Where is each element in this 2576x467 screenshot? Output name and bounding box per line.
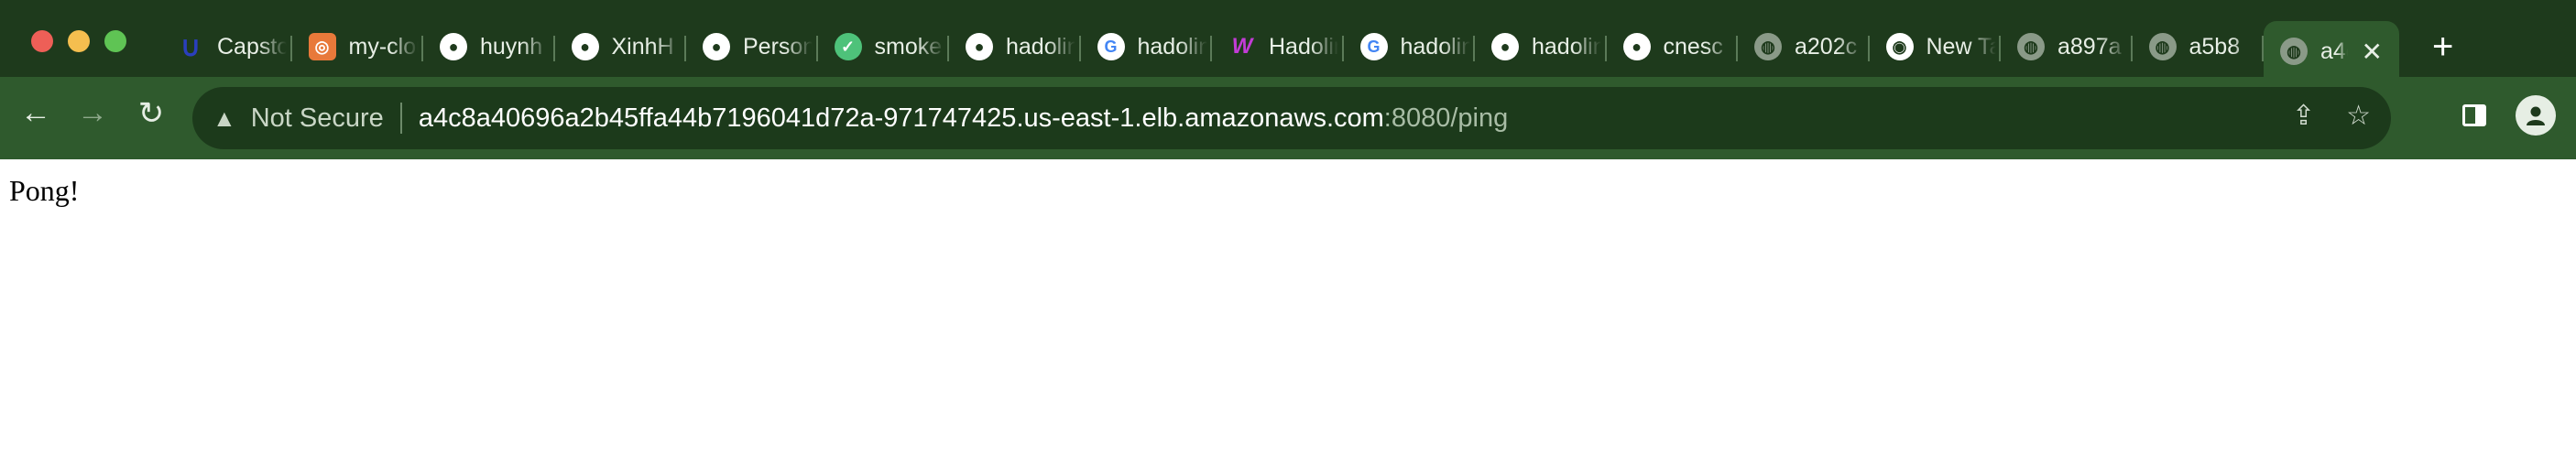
tab-title: smoke: [874, 33, 943, 60]
toolbar: ← → ↻ ▲ Not Secure a4c8a40696a2b45ffa44b…: [0, 77, 2576, 159]
tab[interactable]: ● hadolint: [949, 21, 1081, 72]
smoke-icon: ✓: [834, 33, 862, 60]
tab-title: Hadolint: [1269, 33, 1338, 60]
warning-icon[interactable]: ▲: [213, 104, 236, 133]
tab-title: a897a: [2058, 33, 2122, 60]
globe-icon: ◍: [2017, 33, 2045, 60]
bookmark-star-icon[interactable]: ☆: [2346, 100, 2371, 132]
tab-active[interactable]: ◍ a4c ✕: [2264, 21, 2399, 81]
capstone-logo-icon: ∪: [180, 31, 201, 62]
github-icon: ●: [440, 33, 467, 60]
url-host[interactable]: a4c8a40696a2b45ffa44b7196041d72a-9717474…: [419, 103, 1384, 134]
tab-title: hadolint: [1006, 33, 1075, 60]
google-icon: G: [1097, 33, 1125, 60]
tab[interactable]: ∪ Capstone: [160, 21, 292, 72]
tab-title: my-cloud: [348, 33, 419, 60]
back-button[interactable]: ←: [13, 95, 59, 131]
new-tab-button[interactable]: +: [2432, 28, 2453, 65]
tab[interactable]: ◉ New Tab: [1870, 21, 2002, 72]
tab[interactable]: ● cnesc: [1607, 21, 1739, 72]
url-path[interactable]: :8080/ping: [1384, 103, 1508, 134]
github-icon: ●: [1622, 33, 1651, 60]
profile-icon[interactable]: [2516, 95, 2556, 136]
tab[interactable]: Ghadolint: [1344, 21, 1476, 72]
tab-title: XinhH: [611, 33, 674, 60]
tab[interactable]: ● hadolint: [1475, 21, 1607, 72]
github-icon: ●: [571, 33, 599, 60]
tab[interactable]: ◎ my-cloud: [292, 21, 424, 72]
tab[interactable]: ● huynh: [423, 21, 555, 72]
address-bar[interactable]: ▲ Not Secure a4c8a40696a2b45ffa44b719604…: [192, 87, 2391, 149]
tab[interactable]: ● XinhH: [555, 21, 687, 72]
page-content: Pong!: [0, 159, 2576, 223]
google-icon: G: [1359, 33, 1388, 60]
github-icon: ●: [1491, 33, 1519, 60]
tab-title: cnesc: [1663, 33, 1723, 60]
github-icon: ●: [703, 33, 730, 60]
tab[interactable]: W Hadolint: [1212, 21, 1344, 72]
tab-title: Capstone: [217, 33, 287, 60]
tab-title: hadolint: [1400, 33, 1470, 60]
tab-title: huynh: [480, 33, 543, 60]
mycloud-icon: ◎: [308, 33, 336, 60]
forward-button[interactable]: →: [70, 95, 115, 131]
globe-icon: ◍: [1754, 33, 1782, 60]
tab[interactable]: ● Personal: [686, 21, 818, 72]
tab-title: New Tab: [1926, 33, 1996, 60]
window-controls: [31, 30, 126, 52]
minimize-window-button[interactable]: [68, 30, 90, 52]
tab-title: hadolint: [1532, 33, 1601, 60]
tab-title: a5b8: [2189, 33, 2241, 60]
tab[interactable]: ◍ a202c: [1738, 21, 1870, 72]
tab-strip: ∪Capstone◎my-cloud●huynh●XinhH●Personal✓…: [0, 0, 2576, 81]
person-icon: [2527, 106, 2545, 125]
tab-list: ∪Capstone◎my-cloud●huynh●XinhH●Personal✓…: [160, 16, 2453, 81]
security-label[interactable]: Not Secure: [251, 103, 384, 134]
address-divider: [399, 103, 402, 134]
tab[interactable]: Ghadolint: [1081, 21, 1213, 72]
github-icon: ●: [966, 33, 993, 60]
side-panel-icon[interactable]: [2462, 104, 2486, 126]
toolbar-right: [2462, 95, 2556, 136]
tab-title: a202c: [1795, 33, 1858, 60]
share-icon[interactable]: ⇪: [2292, 100, 2315, 132]
browser-chrome: ∪Capstone◎my-cloud●huynh●XinhH●Personal✓…: [0, 0, 2576, 159]
tab[interactable]: ◍ a897a: [2001, 21, 2133, 72]
close-window-button[interactable]: [31, 30, 53, 52]
chrome-icon: ◉: [1885, 33, 1914, 60]
tab[interactable]: ✓ smoke: [818, 21, 950, 72]
zoom-window-button[interactable]: [104, 30, 126, 52]
tab-title: Personal: [743, 33, 813, 60]
tab-title: a4c: [2320, 38, 2348, 64]
reload-button[interactable]: ↻: [128, 95, 174, 132]
tab-title: hadolint: [1137, 33, 1207, 60]
response-text: Pong!: [9, 174, 80, 207]
address-bar-actions: ⇪ ☆: [2292, 100, 2371, 132]
tab[interactable]: ◍ a5b8: [2133, 21, 2265, 72]
close-tab-icon[interactable]: ✕: [2362, 37, 2383, 67]
hadolint-icon: W: [1231, 34, 1253, 59]
globe-icon: ◍: [2280, 38, 2308, 65]
globe-icon: ◍: [2148, 33, 2177, 60]
